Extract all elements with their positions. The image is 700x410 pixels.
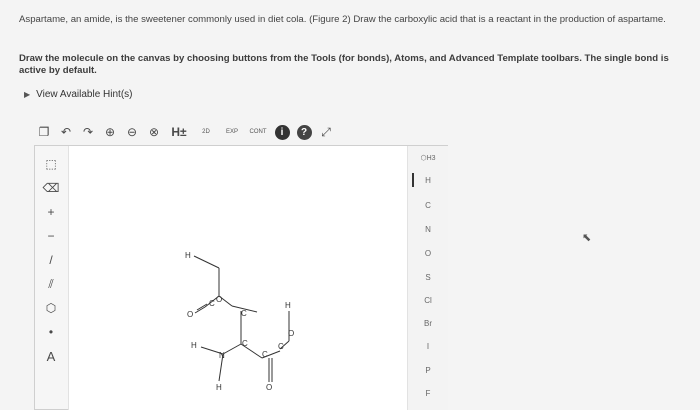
minus-charge-icon[interactable]: − — [39, 226, 63, 246]
exact-button[interactable]: EXP — [220, 121, 244, 143]
atom-label: H — [191, 341, 197, 350]
atom-label-icon[interactable]: A — [39, 346, 63, 366]
redo-icon[interactable]: ↷ — [78, 121, 98, 143]
help-icon: ? — [296, 124, 312, 140]
zoom-in-icon[interactable]: ⊕ — [100, 121, 120, 143]
info-icon: i — [274, 124, 290, 140]
atom-label: O — [187, 310, 193, 319]
atom-c-button[interactable]: C — [408, 201, 448, 210]
atom-label: C — [262, 350, 268, 359]
explicit-hydrogens-button[interactable]: H± — [166, 121, 192, 143]
atom-o-button[interactable]: O — [408, 249, 448, 258]
atom-s-button[interactable]: S — [408, 273, 448, 282]
ring-template-icon[interactable]: ⬡ — [39, 298, 63, 318]
atom-label: C — [209, 299, 215, 308]
atom-label: C — [241, 309, 247, 318]
atom-f-button[interactable]: F — [408, 389, 448, 398]
atoms-toolbar: ⬡H3 H C N O S Cl Br I P F — [408, 146, 448, 410]
mouse-cursor-icon: ⬉ — [582, 232, 592, 244]
view-hints-label: View Available Hint(s) — [36, 89, 133, 100]
atom-label: O — [266, 383, 272, 392]
single-bond-icon[interactable]: / — [39, 250, 63, 270]
atom-label: C — [278, 342, 284, 351]
atom-p-button[interactable]: P — [408, 366, 448, 375]
double-bond-icon[interactable]: ⫽ — [39, 274, 63, 294]
question-text: Aspartame, an amide, is the sweetener co… — [19, 14, 666, 25]
atom-i-button[interactable]: I — [408, 342, 448, 351]
undo-icon[interactable]: ↶ — [56, 121, 76, 143]
select-tool-icon[interactable]: ⬚ — [39, 154, 63, 174]
plus-charge-icon[interactable]: + — [39, 202, 63, 222]
cont-button[interactable]: CONT — [246, 121, 270, 143]
eraser-tool-icon[interactable]: ⌫ — [39, 178, 63, 198]
atom-label: N — [219, 351, 225, 360]
expand-triangle-icon: ▶ — [24, 90, 31, 99]
help-button[interactable]: ? — [294, 121, 314, 143]
clear-icon[interactable]: ⊗ — [144, 121, 164, 143]
template-icon[interactable]: ❐ — [34, 121, 54, 143]
atom-label: H — [285, 301, 291, 310]
atom-cl-button[interactable]: Cl — [408, 296, 448, 305]
atom-label: O — [216, 295, 222, 304]
periodic-table-button[interactable]: ⬡H3 — [408, 154, 448, 162]
info-button[interactable]: i — [272, 121, 292, 143]
atom-br-button[interactable]: Br — [408, 319, 448, 328]
atom-label: H — [216, 383, 222, 392]
atom-n-button[interactable]: N — [408, 225, 448, 234]
atom-label: H — [185, 251, 191, 260]
drawing-canvas[interactable]: H O C O C H N H C C O C O H — [68, 146, 408, 410]
2d-button[interactable]: 2D — [194, 121, 218, 143]
lone-pair-icon[interactable]: • — [39, 322, 63, 342]
instruction-text: Draw the molecule on the canvas by choos… — [19, 53, 669, 76]
top-toolbar: ❐ ↶ ↷ ⊕ ⊖ ⊗ H± 2D EXP CONT i ? ⤢ — [34, 119, 364, 145]
view-hints-link[interactable]: ▶ View Available Hint(s) — [24, 89, 133, 100]
molecule-drawing: H O C O C H N H C C O C O H — [185, 251, 294, 392]
atom-h-button[interactable]: H — [408, 176, 448, 185]
atom-label: O — [288, 329, 294, 338]
fullscreen-icon[interactable]: ⤢ — [316, 121, 336, 143]
tools-toolbar: ⬚ ⌫ + − / ⫽ ⬡ • A — [34, 146, 68, 410]
atom-label: C — [242, 339, 248, 348]
zoom-out-icon[interactable]: ⊖ — [122, 121, 142, 143]
